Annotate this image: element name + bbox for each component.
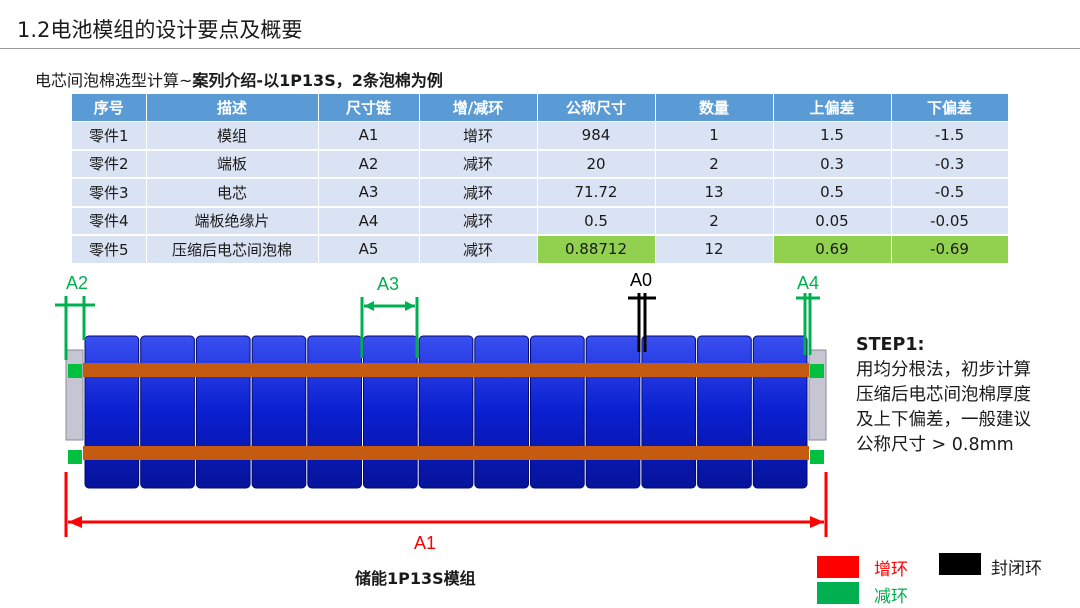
battery-cell: [418, 335, 474, 489]
table-cell: A2: [318, 149, 420, 179]
insulator-left-top: [68, 364, 82, 378]
label-a4: A4: [797, 273, 819, 293]
header-cell: 描述: [146, 94, 319, 122]
battery-cell: [585, 335, 641, 489]
battery-cell: [140, 335, 195, 489]
insulator-right-top: [810, 364, 824, 378]
table-row: 零件2 端板 A2 减环 20 2 0.3 -0.3: [72, 149, 1009, 179]
table-cell: -0.3: [891, 149, 1009, 179]
step-line: 压缩后电芯间泡棉厚度: [856, 385, 1031, 405]
step-line: 及上下偏差，一般建议: [856, 410, 1031, 430]
table-cell: 0.5: [773, 178, 892, 208]
table-cell: 零件3: [72, 178, 147, 208]
title-divider: [0, 48, 1080, 49]
table-cell: -0.5: [891, 178, 1009, 208]
legend-label-closing: 封闭环: [991, 559, 1042, 579]
table-cell: 减环: [419, 149, 538, 179]
insulator-left-bottom: [68, 450, 82, 464]
insulator-right-bottom: [810, 450, 824, 464]
legend-swatch-closing: [939, 553, 981, 575]
table-cell: 减环: [419, 206, 538, 236]
table-row: 零件4 端板绝缘片 A4 减环 0.5 2 0.05 -0.05: [72, 206, 1009, 236]
module-diagram: A2 A3 A0 A4 A1: [55, 270, 828, 553]
table-cell: A3: [318, 178, 420, 208]
step-title: STEP1:: [856, 335, 925, 355]
table-cell: 1.5: [773, 121, 892, 151]
diagram-caption: 储能1P13S模组: [355, 569, 476, 588]
table-cell: 1: [655, 121, 774, 151]
step-line: 公称尺寸 > 0.8mm: [856, 435, 1014, 455]
table-cell: 984: [537, 121, 656, 151]
table-cell: 减环: [419, 178, 538, 208]
table-cell: 端板: [146, 149, 319, 179]
legend-label-increase: 增环: [874, 560, 908, 580]
table-cell: 71.72: [537, 178, 656, 208]
table-cell: A1: [318, 121, 420, 151]
table-cell: 0.3: [773, 149, 892, 179]
tolerance-table: 序号 描述 尺寸链 增/减环 公称尺寸 数量 上偏差 下偏差 零件1 模组 A1…: [72, 94, 1009, 265]
battery-cell: [251, 335, 307, 489]
label-a1: A1: [414, 533, 436, 553]
header-cell: 公称尺寸: [537, 94, 656, 122]
battery-cell: [752, 335, 808, 489]
endplate-right: [808, 349, 827, 441]
header-cell: 增/减环: [419, 94, 538, 122]
subtitle-prefix: 电芯间泡棉选型计算~: [35, 71, 193, 90]
battery-cell: [530, 335, 585, 489]
battery-cell: [641, 335, 697, 489]
label-a3: A3: [377, 274, 399, 294]
table-cell: 电芯: [146, 178, 319, 208]
legend-swatch-increase: [817, 556, 859, 578]
table-row: 零件3 电芯 A3 减环 71.72 13 0.5 -0.5: [72, 178, 1009, 208]
table-cell: -1.5: [891, 121, 1009, 151]
step-line: 用均分根法，初步计算: [856, 360, 1031, 380]
section-subtitle: 电芯间泡棉选型计算~案列介绍-以1P13S，2条泡棉为例: [35, 67, 443, 91]
table-cell: 增环: [419, 121, 538, 151]
foam-strap-bottom: [83, 446, 809, 460]
page-title: 1.2电池模组的设计要点及概要: [17, 18, 303, 42]
header-cell: 上偏差: [773, 94, 892, 122]
table-cell-highlighted: -0.69: [891, 235, 1009, 265]
table-cell: 零件1: [72, 121, 147, 151]
legend-swatch-decrease: [817, 582, 859, 604]
battery-cell: [307, 335, 362, 489]
battery-cell: [84, 335, 140, 489]
header-cell: 数量: [655, 94, 774, 122]
table-cell: 2: [655, 206, 774, 236]
table-cell: 20: [537, 149, 656, 179]
table-cell: 0.05: [773, 206, 892, 236]
label-a2: A2: [66, 273, 88, 293]
foam-strap-top: [83, 363, 809, 377]
cell-stack: [84, 335, 808, 489]
table-header-row: 序号 描述 尺寸链 增/减环 公称尺寸 数量 上偏差 下偏差: [72, 94, 1009, 122]
step1-note: STEP1: 用均分根法，初步计算 压缩后电芯间泡棉厚度 及上下偏差，一般建议 …: [856, 333, 1031, 458]
table-cell: A4: [318, 206, 420, 236]
label-a0: A0: [630, 270, 652, 290]
battery-cell: [474, 335, 529, 489]
header-cell: 下偏差: [891, 94, 1009, 122]
table-cell: 零件4: [72, 206, 147, 236]
table-cell: 端板绝缘片: [146, 206, 319, 236]
legend-label-decrease: 减环: [874, 587, 908, 607]
battery-cell: [697, 335, 752, 489]
table-row: 零件1 模组 A1 增环 984 1 1.5 -1.5: [72, 121, 1009, 151]
table-cell: 13: [655, 178, 774, 208]
header-cell: 尺寸链: [318, 94, 420, 122]
table-cell: 零件2: [72, 149, 147, 179]
header-cell: 序号: [72, 94, 147, 122]
subtitle-bold: 案列介绍-以1P13S，2条泡棉为例: [192, 71, 443, 90]
table-cell: -0.05: [891, 206, 1009, 236]
battery-cell: [195, 335, 251, 489]
battery-cell: [363, 335, 418, 489]
table-cell: 0.5: [537, 206, 656, 236]
table-cell: 模组: [146, 121, 319, 151]
table-cell: 2: [655, 149, 774, 179]
endplate-left: [65, 349, 84, 441]
